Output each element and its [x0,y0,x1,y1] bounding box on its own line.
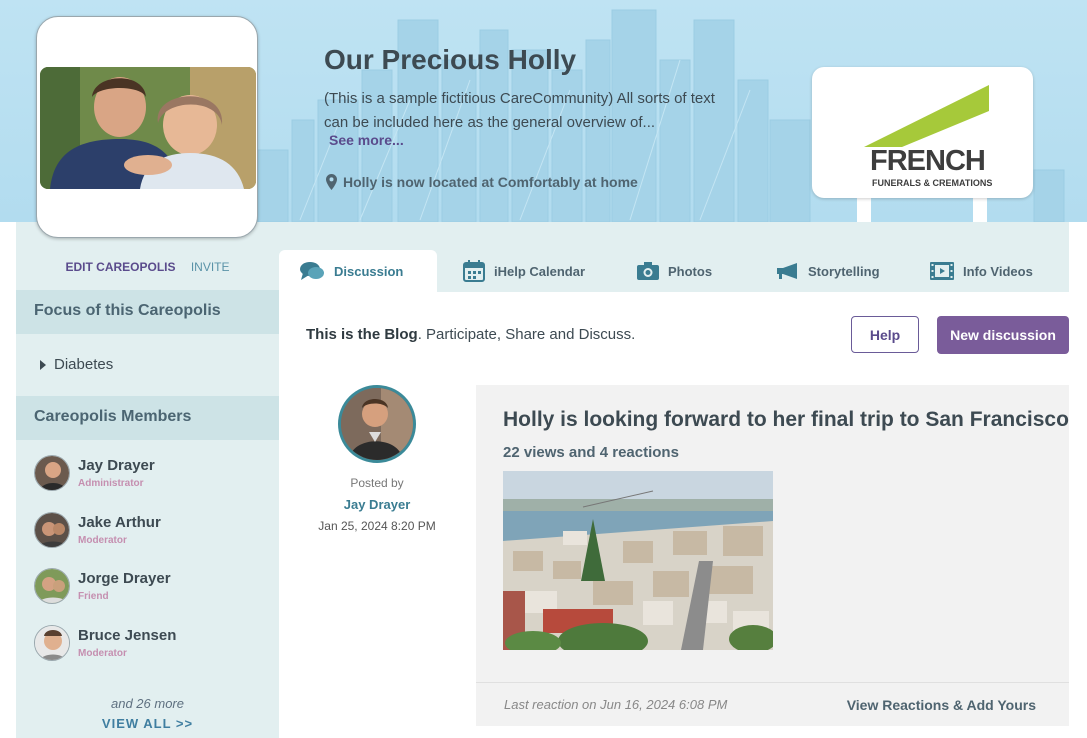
post-stats: 22 views and 4 reactions [503,444,679,461]
post-footer: Last reaction on Jun 16, 2024 6:08 PM Vi… [476,682,1069,726]
tab-info-videos[interactable]: Info Videos [930,250,1033,292]
focus-item-label: Diabetes [54,356,114,373]
caret-right-icon [40,359,46,370]
view-all-members-link[interactable]: VIEW ALL >> [16,716,279,731]
member-item[interactable]: Bruce Jensen Moderator [34,623,274,663]
megaphone-icon [777,263,797,279]
member-name: Jay Drayer [78,457,155,474]
new-discussion-button[interactable]: New discussion [937,316,1069,354]
logo-wordmark: FRENCH [870,145,986,177]
tab-label: iHelp Calendar [494,263,586,279]
member-role: Administrator [78,478,144,489]
member-avatar [34,512,70,548]
focus-item-diabetes[interactable]: Diabetes [40,356,113,373]
invite-link[interactable]: INVITE [191,260,230,274]
member-avatar [34,625,70,661]
blog-intro-bold: This is the Blog [306,326,418,343]
members-heading: Careopolis Members [16,396,279,440]
discussion-post-card: Holly is looking forward to her final tr… [476,385,1069,726]
focus-heading: Focus of this Careopolis [16,290,279,334]
sidebar-actions: EDIT CAREOPOLIS INVITE [16,260,279,274]
member-item[interactable]: Jake Arthur Moderator [34,510,274,550]
posted-by-label: Posted by [350,476,404,490]
tab-label: Info Videos [963,263,1033,279]
logo-sign-post-left [857,198,871,222]
tab-photos[interactable]: Photos [637,250,712,292]
community-intro: (This is a sample fictitious CareCommuni… [324,90,715,131]
post-author-link[interactable]: Jay Drayer [316,497,438,512]
help-button[interactable]: Help [851,316,919,353]
view-reactions-link[interactable]: View Reactions & Add Yours [847,697,1036,713]
tab-discussion[interactable]: Discussion [279,250,437,292]
last-reaction-text: Last reaction on Jun 16, 2024 6:08 PM [504,697,728,712]
member-avatar [34,568,70,604]
post-title-link[interactable]: Holly is looking forward to her final tr… [503,408,1069,432]
tab-label: Photos [668,263,713,279]
blog-intro: This is the Blog. Participate, Share and… [306,326,635,343]
post-image[interactable] [503,471,773,650]
member-name: Bruce Jensen [78,627,177,644]
member-item[interactable]: Jorge Drayer Friend [34,566,274,606]
member-name: Jorge Drayer [78,570,171,587]
map-pin-icon [326,174,337,190]
edit-careopolis-link[interactable]: EDIT CAREOPOLIS [65,260,175,274]
see-more-link[interactable]: See more... [329,132,404,148]
member-role: Moderator [78,648,127,659]
sponsor-logo-card[interactable]: FRENCH FUNERALS & CREMATIONS [812,67,1033,198]
blog-intro-rest: . Participate, Share and Discuss. [417,326,636,343]
tab-ihelp-calendar[interactable]: iHelp Calendar [463,250,585,292]
profile-photo [40,67,256,189]
tab-storytelling[interactable]: Storytelling [775,250,880,292]
tab-label: Discussion [334,263,404,279]
logo-sign-post-right [973,198,987,222]
member-role: Friend [78,591,109,602]
calendar-icon [463,260,485,282]
location-text: Holly is now located at Comfortably at h… [343,174,638,190]
author-avatar[interactable] [338,385,416,463]
film-icon [930,262,954,280]
post-date: Jan 25, 2024 8:20 PM [318,519,436,533]
member-item[interactable]: Jay Drayer Administrator [34,453,274,493]
tab-bar: Discussion iHelp Calendar Photos Storyte… [279,222,1069,292]
logo-tagline: FUNERALS & CREMATIONS [872,178,993,188]
profile-photo-card [36,16,258,238]
member-avatar [34,455,70,491]
tab-label: Storytelling [808,263,880,279]
members-more-count: and 26 more [111,696,184,711]
location-line: Holly is now located at Comfortably at h… [326,174,638,190]
camera-icon [637,262,659,280]
member-role: Moderator [78,535,127,546]
chat-bubbles-icon [300,262,324,280]
member-name: Jake Arthur [78,514,161,531]
page-title: Our Precious Holly [324,44,577,75]
sidebar: EDIT CAREOPOLIS INVITE Focus of this Car… [16,222,279,738]
